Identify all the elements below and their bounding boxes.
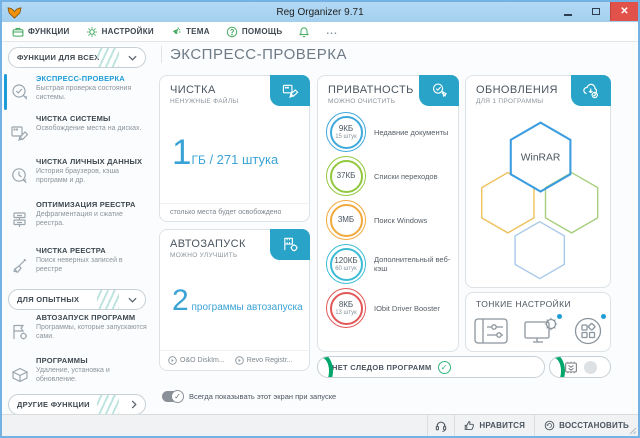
menu-functions[interactable]: ФУНКЦИИ	[12, 26, 70, 38]
notification-dot	[557, 314, 562, 319]
sidebar-item-autorun-programs[interactable]: АВТОЗАПУСК ПРОГРАММ Программы, которые з…	[10, 313, 150, 342]
disk-brush-icon	[10, 123, 30, 143]
tweaks-card: ТОНКИЕ НАСТРОЙКИ	[465, 292, 611, 352]
hexagon-green	[545, 173, 597, 233]
open-box-icon	[10, 365, 30, 385]
startup-toggle-label: Всегда показывать этот экран при запуске	[189, 392, 336, 401]
disk-brush-icon	[282, 82, 299, 99]
flag-gear-icon	[282, 236, 299, 253]
play-circle-icon	[168, 356, 177, 365]
hexagon-lightblue	[515, 222, 564, 279]
winrar-label: WinRAR	[521, 153, 561, 164]
no-traces-pill[interactable]: НЕТ СЛЕДОВ ПРОГРАММ ✓	[317, 356, 545, 378]
privacy-row-web-cache[interactable]: 120КБ60 штук Дополнительный веб-кэш	[326, 244, 454, 284]
tweak-sliders-button[interactable]	[474, 318, 508, 349]
shapes-circle-icon	[574, 317, 602, 345]
restore-button[interactable]: ВОССТАНОВИТЬ	[534, 415, 638, 436]
autorun-badge	[270, 229, 310, 260]
minimize-button[interactable]	[554, 2, 582, 21]
thumbs-up-icon	[464, 420, 475, 431]
monitor-gear-icon	[524, 317, 558, 345]
check-circle-icon: ✓	[438, 361, 451, 374]
selected-indicator	[4, 74, 7, 110]
menu-settings[interactable]: НАСТРОЙКИ	[86, 26, 154, 38]
privacy-row-iobit[interactable]: 8КБ13 штук IObit Driver Booster	[326, 288, 454, 328]
help-icon	[226, 26, 238, 38]
sidebar-group-other-functions[interactable]: ДРУГИЕ ФУНКЦИИ	[8, 394, 146, 415]
card-title: ТОНКИЕ НАСТРОЙКИ	[476, 299, 600, 309]
sidebar-item-registry-cleanup[interactable]: ЧИСТКА РЕЕСТРА Поиск неверных записей в …	[10, 246, 150, 275]
magnifier-check-icon	[10, 83, 30, 103]
compress-icon	[10, 209, 30, 229]
sliders-panel-icon	[474, 318, 508, 344]
autorun-card[interactable]: АВТОЗАПУСК МОЖНО УЛУЧШИТЬ 2 программы ав…	[159, 229, 310, 371]
deep-scan-pill[interactable]	[549, 356, 611, 378]
chip-collapse-icon	[563, 360, 579, 375]
menu-bar: ФУНКЦИИ НАСТРОЙКИ ТЕМА ПОМОЩЬ ...	[2, 22, 638, 42]
sidebar-group-functions-for-all[interactable]: ФУНКЦИИ ДЛЯ ВСЕХ	[8, 47, 146, 68]
sidebar: ФУНКЦИИ ДЛЯ ВСЕХ ЭКСПРЕСС-ПРОВЕРКА Быстр…	[2, 42, 154, 414]
broom-icon	[10, 255, 30, 275]
like-button[interactable]: НРАВИТСЯ	[454, 415, 534, 436]
content-area: ФУНКЦИИ ДЛЯ ВСЕХ ЭКСПРЕСС-ПРОВЕРКА Быстр…	[2, 42, 638, 414]
updates-hexagons: WinRAR	[469, 114, 607, 287]
privacy-row-windows-search[interactable]: 3МБ Поиск Windows	[326, 200, 454, 240]
window-title: Reg Organizer 9.71	[2, 7, 638, 18]
autorun-link-2[interactable]: Revo Registr...	[235, 356, 293, 365]
briefcase-icon	[12, 26, 24, 38]
resize-grip[interactable]	[629, 427, 637, 435]
menu-more[interactable]: ...	[326, 26, 337, 37]
hexagon-yellow	[482, 173, 534, 233]
cleanup-badge	[270, 75, 310, 106]
bell-icon[interactable]	[298, 26, 310, 38]
cleanup-value: 1ГБ / 271 штука	[172, 138, 278, 169]
chevron-down-icon	[128, 297, 137, 303]
page-title: ЭКСПРЕСС-ПРОВЕРКА	[161, 46, 347, 63]
status-dot	[584, 361, 597, 374]
startup-toggle-row: ✓ Всегда показывать этот экран при запус…	[162, 391, 336, 402]
tweak-system-button[interactable]	[524, 317, 558, 350]
privacy-row-jump-lists[interactable]: 37КБ Списки переходов	[326, 156, 454, 196]
cloud-download-icon	[582, 82, 600, 100]
sidebar-item-registry-optimize[interactable]: ОПТИМИЗАЦИЯ РЕЕСТРА Дефрагментация и сжа…	[10, 200, 150, 229]
autorun-value: 2 программы автозапуска	[172, 288, 303, 315]
updates-badge	[571, 75, 611, 106]
sweep-icon	[431, 82, 448, 99]
cleanup-footer: столько места будет освобождено	[160, 203, 309, 221]
sidebar-item-system-cleanup[interactable]: ЧИСТКА СИСТЕМЫ Освобождение места на дис…	[10, 114, 150, 143]
privacy-badge	[419, 75, 459, 106]
torch-icon	[170, 26, 182, 38]
history-brush-icon	[10, 166, 30, 186]
privacy-card[interactable]: ПРИВАТНОСТЬ МОЖНО ОЧИСТИТЬ 9КБ15 штук Не…	[317, 75, 459, 352]
sidebar-item-express-check[interactable]: ЭКСПРЕСС-ПРОВЕРКА Быстрая проверка состо…	[10, 74, 150, 103]
app-logo-icon[interactable]	[7, 6, 22, 19]
maximize-button[interactable]	[582, 2, 610, 21]
notification-dot	[601, 314, 606, 319]
menu-help[interactable]: ПОМОЩЬ	[226, 26, 283, 38]
play-circle-icon	[235, 356, 244, 365]
menu-theme[interactable]: ТЕМА	[170, 26, 210, 38]
close-button[interactable]: ✕	[610, 2, 638, 21]
sidebar-item-private-data[interactable]: ЧИСТКА ЛИЧНЫХ ДАННЫХ История браузеров, …	[10, 157, 150, 186]
sidebar-group-advanced[interactable]: ДЛЯ ОПЫТНЫХ	[8, 289, 146, 310]
chevron-down-icon	[128, 55, 137, 61]
flag-gear-icon	[10, 322, 30, 342]
privacy-row-recent-docs[interactable]: 9КБ15 штук Недавние документы	[326, 112, 454, 152]
app-window: Reg Organizer 9.71 ✕ ФУНКЦИИ НАСТРОЙКИ Т…	[0, 0, 640, 438]
headset-icon	[435, 420, 447, 432]
sidebar-item-programs[interactable]: ПРОГРАММЫ Удаление, установка и обновлен…	[10, 356, 150, 385]
cleanup-card[interactable]: ЧИСТКА НЕНУЖНЫЕ ФАЙЛЫ 1ГБ / 271 штука ст…	[159, 75, 310, 222]
startup-toggle[interactable]: ✓	[162, 391, 183, 402]
status-bar: НРАВИТСЯ ВОССТАНОВИТЬ	[2, 414, 638, 436]
autorun-link-1[interactable]: O&O DiskIm...	[168, 356, 225, 365]
support-button[interactable]	[427, 415, 454, 436]
gear-icon	[86, 26, 98, 38]
title-bar[interactable]: Reg Organizer 9.71 ✕	[2, 2, 638, 22]
chevron-right-icon	[131, 400, 137, 409]
tweak-apps-button[interactable]	[574, 317, 602, 350]
restore-icon	[544, 420, 555, 431]
updates-card[interactable]: ОБНОВЛЕНИЯ ДЛЯ 1 ПРОГРАММЫ WinRAR	[465, 75, 611, 288]
